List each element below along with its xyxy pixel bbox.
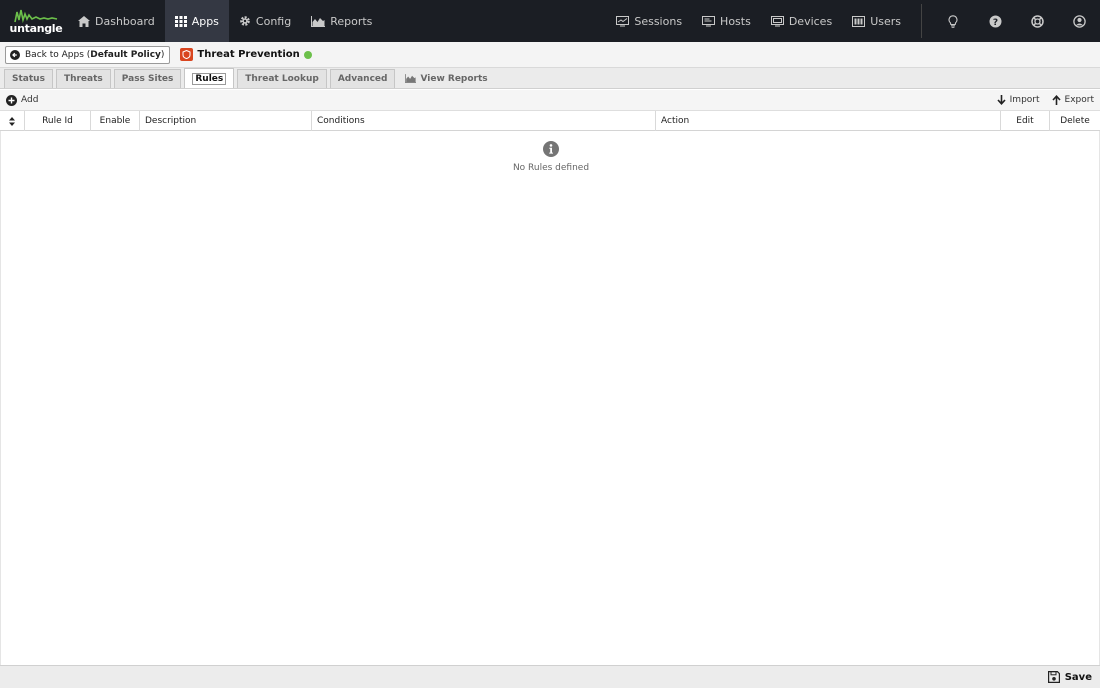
rules-grid-header: Rule Id Enable Description Conditions Ac… xyxy=(0,111,1100,131)
column-header-delete[interactable]: Delete xyxy=(1050,111,1100,131)
nav-hosts-label: Hosts xyxy=(720,14,751,28)
rules-grid-body: No Rules defined xyxy=(0,131,1100,665)
devices-icon xyxy=(770,15,784,26)
empty-state-text: No Rules defined xyxy=(512,163,590,173)
tab-pass-sites[interactable]: Pass Sites xyxy=(113,69,182,88)
tab-threat-lookup[interactable]: Threat Lookup xyxy=(237,69,327,88)
back-prefix: Back to Apps ( xyxy=(25,49,91,60)
tab-status[interactable]: Status xyxy=(4,69,53,88)
account-button[interactable] xyxy=(1058,0,1100,42)
arrow-down-icon xyxy=(997,95,1006,105)
breadcrumb-bar: Back to Apps (Default Policy) Threat Pre… xyxy=(0,42,1100,68)
app-status-indicator xyxy=(303,50,312,59)
export-button[interactable]: Export xyxy=(1051,95,1094,105)
column-header-edit[interactable]: Edit xyxy=(1001,111,1050,131)
app-header: Threat Prevention xyxy=(180,48,312,61)
nav-reports-label: Reports xyxy=(330,14,373,28)
empty-state: No Rules defined xyxy=(1,141,1100,173)
threat-prevention-app-icon xyxy=(180,48,194,61)
help-icon: ? xyxy=(989,15,1001,27)
column-header-description[interactable]: Description xyxy=(140,111,312,131)
sessions-icon xyxy=(616,15,630,26)
gear-icon xyxy=(240,16,250,26)
support-button[interactable] xyxy=(1016,0,1058,42)
tab-view-reports-label: View Reports xyxy=(420,73,488,84)
floppy-disk-icon xyxy=(1047,671,1060,683)
nav-users[interactable]: Users xyxy=(842,0,911,42)
column-header-action[interactable]: Action xyxy=(656,111,1001,131)
back-to-apps-button[interactable]: Back to Apps (Default Policy) xyxy=(5,45,171,64)
save-label: Save xyxy=(1064,671,1092,683)
reorder-column[interactable] xyxy=(0,111,25,131)
tab-bar: Status Threats Pass Sites Rules Threat L… xyxy=(0,68,1100,89)
users-icon xyxy=(852,15,866,27)
import-label: Import xyxy=(1009,95,1040,105)
column-header-conditions[interactable]: Conditions xyxy=(312,111,656,131)
arrow-up-icon xyxy=(1051,95,1061,105)
tab-threat-lookup-label: Threat Lookup xyxy=(245,74,319,84)
column-header-enable[interactable]: Enable xyxy=(91,111,140,131)
back-policy-name: Default Policy xyxy=(90,49,161,60)
top-navigation: untangle Dashboard Apps Config Reports S… xyxy=(0,0,1100,42)
sort-icon xyxy=(9,116,15,126)
footer-bar: Save xyxy=(0,665,1100,688)
area-chart-icon xyxy=(405,74,417,83)
column-rule-id-label: Rule Id xyxy=(42,116,73,126)
tab-pass-sites-label: Pass Sites xyxy=(121,74,174,84)
nav-users-label: Users xyxy=(870,14,901,28)
nav-apps[interactable]: Apps xyxy=(164,0,229,42)
column-conditions-label: Conditions xyxy=(317,116,365,126)
nav-config[interactable]: Config xyxy=(229,0,301,42)
untangle-logo[interactable]: untangle xyxy=(4,0,68,42)
column-action-label: Action xyxy=(661,116,690,126)
info-icon xyxy=(543,141,559,157)
grid-icon xyxy=(174,15,187,27)
tab-rules-label: Rules xyxy=(192,72,227,85)
column-edit-label: Edit xyxy=(1016,116,1034,126)
nav-hosts[interactable]: Hosts xyxy=(692,0,761,42)
column-enable-label: Enable xyxy=(99,116,131,126)
arrow-left-circle-icon xyxy=(10,49,20,60)
nav-separator xyxy=(921,4,922,38)
account-icon xyxy=(1072,14,1086,28)
logo-text: untangle xyxy=(9,21,63,35)
add-label: Add xyxy=(21,95,39,105)
import-button[interactable]: Import xyxy=(997,95,1040,105)
support-icon xyxy=(1030,14,1044,28)
home-icon xyxy=(78,15,90,27)
save-button[interactable]: Save xyxy=(1047,671,1092,683)
tab-advanced[interactable]: Advanced xyxy=(329,69,396,88)
svg-text:?: ? xyxy=(992,17,997,27)
area-chart-icon xyxy=(311,15,326,27)
hosts-icon xyxy=(702,15,716,26)
tips-button[interactable] xyxy=(932,0,974,42)
tab-advanced-label: Advanced xyxy=(337,74,388,84)
add-rule-button[interactable]: Add xyxy=(6,94,39,106)
lightbulb-icon xyxy=(948,14,958,28)
nav-sessions[interactable]: Sessions xyxy=(606,0,692,42)
column-header-rule-id[interactable]: Rule Id xyxy=(25,111,91,131)
export-label: Export xyxy=(1064,95,1094,105)
tab-threats-label: Threats xyxy=(63,74,103,84)
column-description-label: Description xyxy=(145,116,197,126)
nav-devices-label: Devices xyxy=(788,14,833,28)
nav-apps-label: Apps xyxy=(191,14,219,28)
nav-dashboard[interactable]: Dashboard xyxy=(68,0,165,42)
tab-view-reports[interactable]: View Reports xyxy=(398,69,494,88)
tab-rules[interactable]: Rules xyxy=(184,68,235,88)
nav-sessions-label: Sessions xyxy=(634,14,683,28)
back-suffix: ) xyxy=(160,49,165,60)
grid-toolbar: Add Import Export xyxy=(0,90,1100,111)
nav-config-label: Config xyxy=(255,14,292,28)
app-title: Threat Prevention xyxy=(197,49,300,60)
nav-dashboard-label: Dashboard xyxy=(95,14,155,28)
nav-devices[interactable]: Devices xyxy=(761,0,842,42)
help-button[interactable]: ? xyxy=(974,0,1016,42)
plus-circle-icon xyxy=(6,94,17,106)
tab-status-label: Status xyxy=(12,74,45,84)
column-delete-label: Delete xyxy=(1060,116,1090,126)
nav-reports[interactable]: Reports xyxy=(301,0,382,42)
tab-threats[interactable]: Threats xyxy=(55,69,111,88)
